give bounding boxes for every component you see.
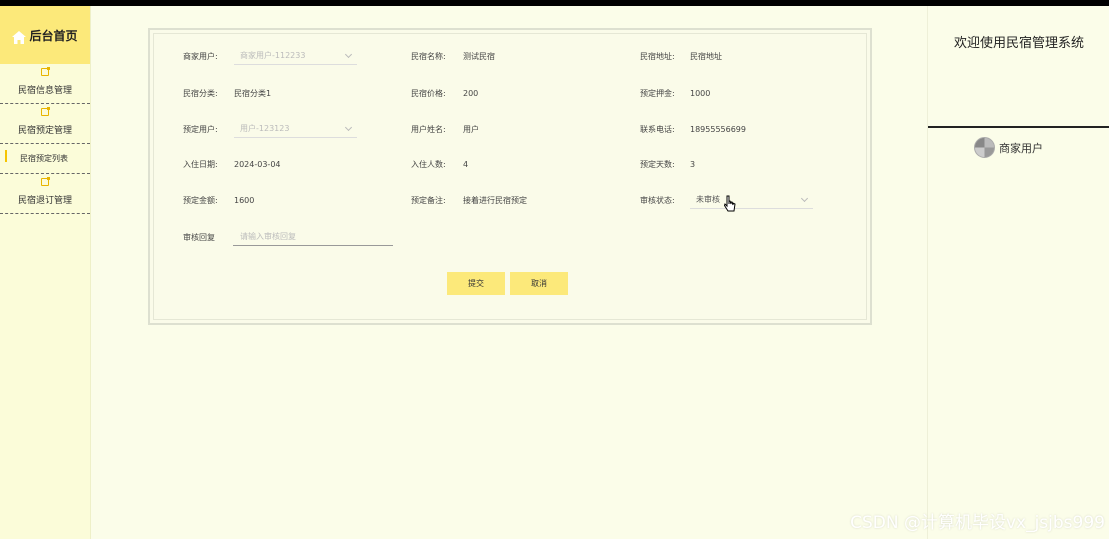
remark-label: 预定备注: <box>411 195 446 205</box>
home-icon <box>12 29 27 44</box>
chevron-down-icon <box>344 123 353 132</box>
field-booking-user: 预定用户: <box>183 119 218 139</box>
field-checkin-date: 入住日期: 2024-03-04 <box>183 154 281 174</box>
booking-user-select[interactable]: 用户-123123 <box>234 120 357 138</box>
review-status-value: 未审核 <box>696 195 720 204</box>
sidebar-item-label: 民宿退订管理 <box>17 196 72 206</box>
welcome-title: 欢迎使用民宿管理系统 <box>953 36 1084 51</box>
field-guests: 入住人数: 4 <box>411 154 468 174</box>
review-reply-input[interactable]: 请输入审核回复 <box>233 228 393 246</box>
user-role: 商家用户 <box>999 141 1043 155</box>
booking-user-label: 预定用户: <box>183 124 218 134</box>
homestay-category-value: 民宿分类1 <box>234 88 272 98</box>
field-phone: 联系电话: 18955556699 <box>640 119 746 139</box>
sidebar-item-booking-manage[interactable]: 民宿预定管理 <box>0 104 90 144</box>
field-homestay-category: 民宿分类: 民宿分类1 <box>183 83 271 103</box>
phone-value: 18955556699 <box>690 124 746 134</box>
home-link[interactable]: 后台首页 <box>0 6 90 64</box>
deposit-value: 1000 <box>690 88 711 98</box>
merchant-user-placeholder: 商家用户-112233 <box>240 51 306 60</box>
edit-icon <box>41 67 50 76</box>
divider <box>928 126 1109 128</box>
cancel-button[interactable]: 取消 <box>510 272 568 295</box>
checkin-date-value: 2024-03-04 <box>234 159 281 169</box>
homestay-category-label: 民宿分类: <box>183 88 218 98</box>
field-homestay-price: 民宿价格: 200 <box>411 83 478 103</box>
field-homestay-name: 民宿名称: 测试民宿 <box>411 46 495 66</box>
remark-value: 接着进行民宿预定 <box>463 195 527 205</box>
field-review-status: 审核状态: <box>640 190 675 210</box>
homestay-name-label: 民宿名称: <box>411 51 446 61</box>
right-panel: 欢迎使用民宿管理系统 商家用户 <box>927 6 1109 539</box>
field-review-reply: 审核回复 <box>183 227 215 247</box>
review-status-label: 审核状态: <box>640 195 675 205</box>
review-reply-label: 审核回复 <box>183 232 215 242</box>
sidebar-subitem-booking-list[interactable]: 民宿预定列表 <box>0 144 90 174</box>
user-name-label: 用户姓名: <box>411 124 446 134</box>
chevron-down-icon <box>344 50 353 59</box>
edit-icon <box>41 107 50 116</box>
days-label: 预定天数: <box>640 159 675 169</box>
sidebar: 后台首页 民宿信息管理 民宿预定管理 民宿预定列表 民宿退订管理 <box>0 6 91 539</box>
user-name-value: 用户 <box>463 124 479 134</box>
review-status-select[interactable]: 未审核 <box>690 191 813 209</box>
submit-button[interactable]: 提交 <box>447 272 505 295</box>
watermark: CSDN @计算机毕设vx_jsjbs999 <box>850 513 1105 533</box>
field-total: 预定金额: 1600 <box>183 190 254 210</box>
homestay-price-label: 民宿价格: <box>411 88 446 98</box>
phone-label: 联系电话: <box>640 124 675 134</box>
total-label: 预定金额: <box>183 195 218 205</box>
homestay-price-value: 200 <box>463 88 479 98</box>
sidebar-item-label: 民宿信息管理 <box>17 86 72 96</box>
field-homestay-address: 民宿地址: 民宿地址 <box>640 46 722 66</box>
merchant-user-label: 商家用户: <box>183 51 218 61</box>
sidebar-item-homestay-info[interactable]: 民宿信息管理 <box>0 64 90 104</box>
checkin-date-label: 入住日期: <box>183 159 218 169</box>
guests-value: 4 <box>463 159 469 169</box>
field-remark: 预定备注: 接着进行民宿预定 <box>411 190 527 210</box>
field-user-name: 用户姓名: 用户 <box>411 119 479 139</box>
chevron-down-icon <box>800 194 809 203</box>
sidebar-subitem-label: 民宿预定列表 <box>20 154 68 163</box>
days-value: 3 <box>690 159 696 169</box>
field-days: 预定天数: 3 <box>640 154 695 174</box>
home-label: 后台首页 <box>29 28 78 43</box>
homestay-address-value: 民宿地址 <box>690 51 722 61</box>
user-info[interactable]: 商家用户 <box>974 137 1043 158</box>
deposit-label: 预定押金: <box>640 88 675 98</box>
field-merchant-user: 商家用户: <box>183 46 218 66</box>
homestay-address-label: 民宿地址: <box>640 51 675 61</box>
merchant-user-select[interactable]: 商家用户-112233 <box>234 47 357 65</box>
sidebar-item-label: 民宿预定管理 <box>17 126 72 136</box>
edit-icon <box>41 177 50 186</box>
sidebar-item-cancel-manage[interactable]: 民宿退订管理 <box>0 174 90 214</box>
field-deposit: 预定押金: 1000 <box>640 83 710 103</box>
avatar <box>974 137 995 158</box>
guests-label: 入住人数: <box>411 159 446 169</box>
booking-user-placeholder: 用户-123123 <box>240 124 290 133</box>
booking-form-card: 商家用户: 商家用户-112233 民宿名称: 测试民宿 民宿地址: 民宿地址 … <box>148 28 872 325</box>
review-reply-placeholder: 请输入审核回复 <box>240 232 296 241</box>
total-value: 1600 <box>234 195 255 205</box>
homestay-name-value: 测试民宿 <box>463 51 495 61</box>
